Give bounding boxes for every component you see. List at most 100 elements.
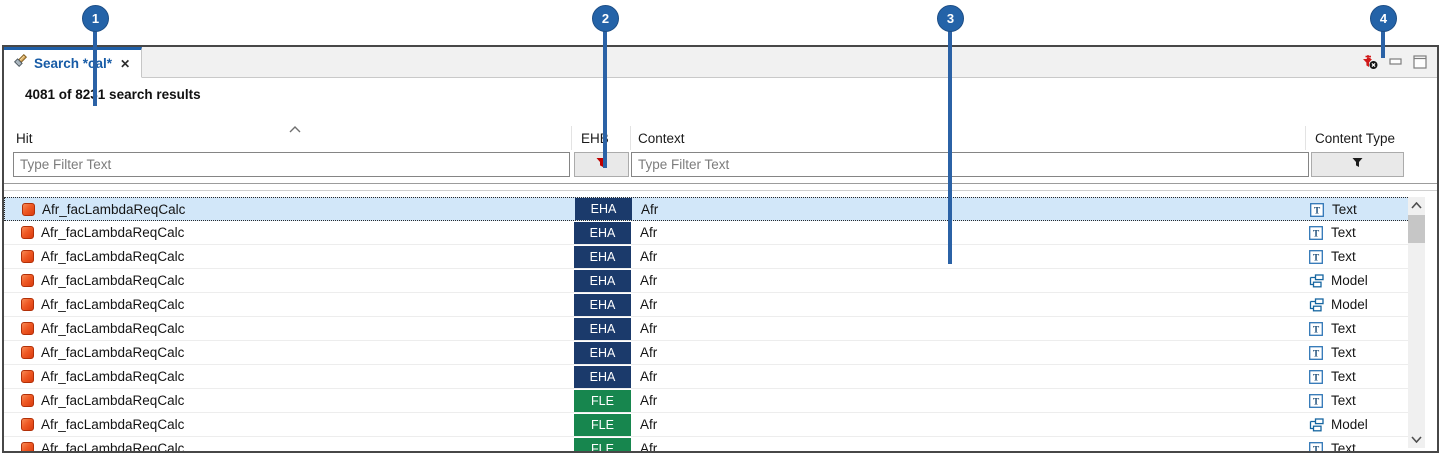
model-icon xyxy=(1309,274,1324,293)
ehb-badge: FLE xyxy=(574,438,631,453)
ehb-badge: EHA xyxy=(574,366,631,388)
hit-cell: Afr_facLambdaReqCalc xyxy=(41,249,184,264)
scroll-up-icon[interactable] xyxy=(1408,197,1425,214)
requirement-icon xyxy=(21,418,34,431)
requirement-icon xyxy=(21,442,34,453)
column-header-context[interactable]: Context xyxy=(638,131,685,146)
hit-cell: Afr_facLambdaReqCalc xyxy=(41,345,184,360)
maximize-icon[interactable] xyxy=(1413,55,1427,74)
content-type-cell: Model xyxy=(1331,417,1368,432)
callout-badge-2: 2 xyxy=(592,5,619,32)
text-icon: T xyxy=(1309,346,1323,365)
ehb-badge: FLE xyxy=(574,414,631,436)
text-icon: T xyxy=(1309,442,1323,453)
requirement-icon xyxy=(21,370,34,383)
tab-close-icon[interactable]: ✕ xyxy=(120,57,130,71)
minimize-icon[interactable] xyxy=(1389,55,1403,74)
requirement-icon xyxy=(21,322,34,335)
header-divider xyxy=(571,126,572,150)
requirement-icon xyxy=(21,346,34,359)
table-row[interactable]: Afr_facLambdaReqCalc EHA Afr T Model xyxy=(4,293,1410,317)
content-type-cell: Text xyxy=(1331,249,1356,264)
callout-badge-3: 3 xyxy=(937,5,964,32)
table-row[interactable]: Afr_facLambdaReqCalc FLE Afr T Text xyxy=(4,437,1410,453)
table-row[interactable]: Afr_facLambdaReqCalc EHA Afr T Text xyxy=(4,245,1410,269)
column-header-hit[interactable]: Hit xyxy=(16,131,33,146)
table-separator-top xyxy=(4,183,1437,184)
results-rows: Afr_facLambdaReqCalc EHA Afr T Text Afr_… xyxy=(4,197,1410,453)
ehb-badge: EHA xyxy=(574,342,631,364)
callout-badge-4: 4 xyxy=(1370,5,1397,32)
svg-text:T: T xyxy=(1313,350,1320,360)
callout-line-4 xyxy=(1381,30,1385,58)
context-cell: Afr xyxy=(640,297,657,312)
scroll-down-icon[interactable] xyxy=(1408,431,1425,448)
requirement-icon xyxy=(21,298,34,311)
hit-cell: Afr_facLambdaReqCalc xyxy=(41,321,184,336)
funnel-black-icon xyxy=(1351,156,1364,174)
svg-text:T: T xyxy=(1313,254,1320,264)
table-row[interactable]: Afr_facLambdaReqCalc EHA Afr T Text xyxy=(4,197,1410,221)
table-row[interactable]: Afr_facLambdaReqCalc EHA Afr T Text xyxy=(4,365,1410,389)
svg-text:T: T xyxy=(1313,230,1320,240)
requirement-icon xyxy=(21,226,34,239)
column-header-content-type[interactable]: Content Type xyxy=(1315,131,1395,146)
callout-line-2 xyxy=(603,30,607,168)
ehb-filter-button[interactable] xyxy=(574,152,629,177)
scrollbar-thumb[interactable] xyxy=(1408,215,1425,243)
screenshot-stage: 1 2 3 4 Search *cal xyxy=(0,0,1441,455)
context-cell: Afr xyxy=(640,441,657,453)
hit-cell: Afr_facLambdaReqCalc xyxy=(41,225,184,240)
hit-cell: Afr_facLambdaReqCalc xyxy=(41,417,184,432)
content-type-cell: Text xyxy=(1331,369,1356,384)
callout-line-3 xyxy=(948,30,952,264)
requirement-icon xyxy=(21,274,34,287)
search-results-panel: Search *cal* ✕ xyxy=(2,45,1439,453)
context-cell: Afr xyxy=(640,369,657,384)
context-cell: Afr xyxy=(641,202,658,217)
content-type-cell: Text xyxy=(1331,441,1356,453)
table-row[interactable]: Afr_facLambdaReqCalc EHA Afr T Model xyxy=(4,269,1410,293)
svg-text:T: T xyxy=(1313,398,1320,408)
header-divider xyxy=(1305,126,1306,150)
table-row[interactable]: Afr_facLambdaReqCalc FLE Afr T Model xyxy=(4,413,1410,437)
text-icon: T xyxy=(1310,203,1324,222)
context-cell: Afr xyxy=(640,393,657,408)
vertical-scrollbar[interactable] xyxy=(1408,197,1425,448)
tab-title: Search *cal* xyxy=(34,56,112,71)
ehb-badge: EHA xyxy=(574,318,631,340)
ehb-badge: EHA xyxy=(574,294,631,316)
table-separator-bottom xyxy=(4,190,1437,191)
clear-filter-icon[interactable] xyxy=(1362,54,1379,75)
context-cell: Afr xyxy=(640,345,657,360)
content-type-cell: Model xyxy=(1331,273,1368,288)
text-icon: T xyxy=(1309,250,1323,269)
table-row[interactable]: Afr_facLambdaReqCalc FLE Afr T Text xyxy=(4,389,1410,413)
callout-badge-1: 1 xyxy=(82,5,109,32)
table-row[interactable]: Afr_facLambdaReqCalc EHA Afr T Text xyxy=(4,221,1410,245)
hit-cell: Afr_facLambdaReqCalc xyxy=(41,297,184,312)
ehb-badge: EHA xyxy=(574,270,631,292)
hit-filter-input[interactable] xyxy=(13,152,570,177)
svg-text:T: T xyxy=(1313,446,1320,454)
hit-cell: Afr_facLambdaReqCalc xyxy=(41,273,184,288)
requirement-icon xyxy=(21,250,34,263)
content-type-filter-button[interactable] xyxy=(1311,152,1404,177)
hit-cell: Afr_facLambdaReqCalc xyxy=(41,441,184,453)
ehb-badge: FLE xyxy=(574,390,631,412)
svg-text:T: T xyxy=(1314,207,1321,217)
context-filter-input[interactable] xyxy=(631,152,1309,177)
text-icon: T xyxy=(1309,394,1323,413)
svg-text:T: T xyxy=(1313,326,1320,336)
content-type-cell: Text xyxy=(1331,393,1356,408)
text-icon: T xyxy=(1309,226,1323,245)
ehb-badge: EHA xyxy=(574,246,631,268)
content-type-cell: Text xyxy=(1331,345,1356,360)
tab-bar: Search *cal* ✕ xyxy=(4,47,1437,78)
ehb-badge: EHA xyxy=(574,222,631,244)
table-row[interactable]: Afr_facLambdaReqCalc EHA Afr T Text xyxy=(4,341,1410,365)
sort-ascending-icon[interactable] xyxy=(288,121,302,139)
table-row[interactable]: Afr_facLambdaReqCalc EHA Afr T Text xyxy=(4,317,1410,341)
search-flashlight-icon xyxy=(12,53,28,74)
tab-search[interactable]: Search *cal* ✕ xyxy=(4,47,142,78)
